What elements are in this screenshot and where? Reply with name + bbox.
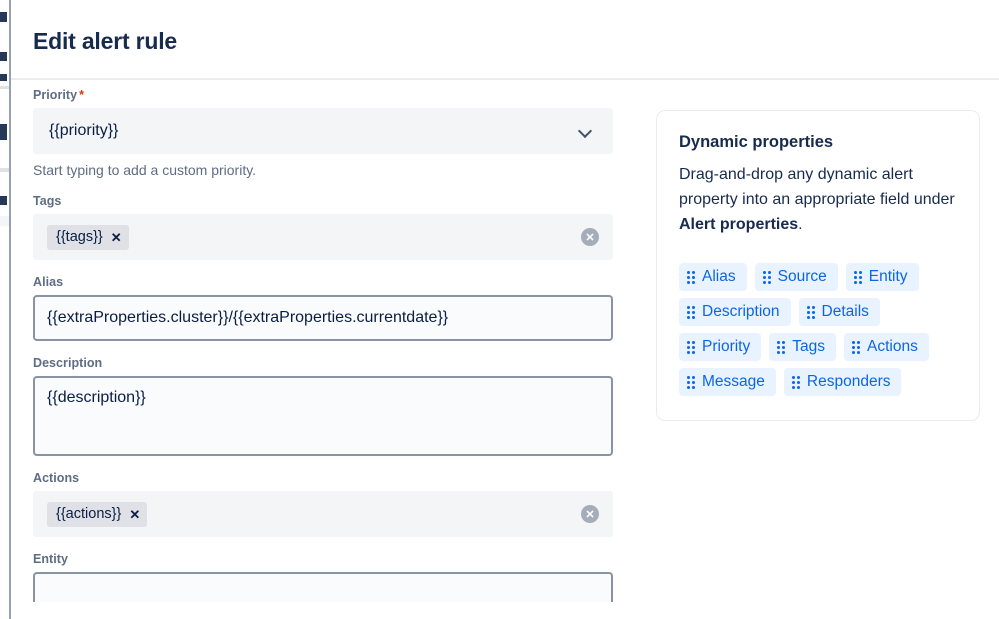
- dynamic-property-chip-label: Description: [702, 298, 780, 326]
- drag-handle-icon[interactable]: [687, 306, 695, 319]
- alias-input[interactable]: {{extraProperties.cluster}}/{{extraPrope…: [33, 295, 613, 341]
- field-priority: Priority* {{priority}} Start typing to a…: [33, 87, 635, 179]
- dynamic-property-chip-label: Responders: [807, 368, 891, 396]
- close-icon[interactable]: ✕: [129, 508, 140, 521]
- drag-handle-icon[interactable]: [687, 376, 695, 389]
- dynamic-property-chip-label: Source: [778, 263, 827, 291]
- drag-handle-icon[interactable]: [777, 341, 785, 354]
- dynamic-property-chip[interactable]: Message: [679, 368, 776, 396]
- drag-handle-icon[interactable]: [792, 376, 800, 389]
- description-text-part1: Drag-and-drop any dynamic alert property…: [679, 166, 955, 208]
- tags-input[interactable]: {{tags}} ✕: [33, 214, 613, 260]
- dynamic-property-chip-label: Actions: [867, 333, 918, 361]
- dynamic-property-chip[interactable]: Priority: [679, 333, 761, 361]
- drag-handle-icon[interactable]: [687, 341, 695, 354]
- field-entity: Entity: [33, 551, 635, 602]
- dynamic-property-chip-label: Priority: [702, 333, 750, 361]
- priority-label: Priority*: [33, 87, 635, 103]
- actions-token[interactable]: {{actions}} ✕: [47, 502, 147, 527]
- priority-label-text: Priority: [33, 88, 77, 102]
- chevron-down-icon: [579, 124, 593, 138]
- priority-select[interactable]: {{priority}}: [33, 108, 613, 154]
- dialog-header: Edit alert rule: [11, 0, 999, 78]
- dynamic-property-chip[interactable]: Actions: [844, 333, 929, 361]
- drag-handle-icon[interactable]: [854, 271, 862, 284]
- dynamic-property-chip-list: Alias Source Entity Description Details Prior…: [679, 263, 957, 396]
- required-marker: *: [79, 88, 84, 102]
- description-text-part2: .: [798, 216, 802, 233]
- dynamic-properties-card: Dynamic properties Drag-and-drop any dyn…: [656, 110, 980, 421]
- priority-helper-text: Start typing to add a custom priority.: [33, 161, 635, 179]
- page-title: Edit alert rule: [33, 26, 975, 56]
- alias-label: Alias: [33, 274, 635, 290]
- field-actions: Actions {{actions}} ✕: [33, 470, 635, 537]
- actions-input[interactable]: {{actions}} ✕: [33, 491, 613, 537]
- dynamic-property-chip[interactable]: Responders: [784, 368, 902, 396]
- field-tags: Tags {{tags}} ✕: [33, 193, 635, 260]
- edit-alert-rule-dialog: Edit alert rule Priority* {{priority}} S…: [11, 0, 999, 619]
- tags-token[interactable]: {{tags}} ✕: [47, 225, 129, 250]
- entity-label: Entity: [33, 551, 635, 567]
- dynamic-property-chip[interactable]: Description: [679, 298, 791, 326]
- drag-handle-icon[interactable]: [852, 341, 860, 354]
- description-label: Description: [33, 355, 635, 371]
- dynamic-property-chip[interactable]: Details: [799, 298, 880, 326]
- dynamic-property-chip-label: Tags: [792, 333, 825, 361]
- dynamic-property-chip-label: Entity: [869, 263, 908, 291]
- dynamic-property-chip-label: Message: [702, 368, 765, 396]
- dynamic-property-chip[interactable]: Tags: [769, 333, 836, 361]
- drag-handle-icon[interactable]: [687, 271, 695, 284]
- alert-properties-form: Priority* {{priority}} Start typing to a…: [11, 80, 635, 616]
- field-description: Description {{description}}: [33, 355, 635, 456]
- entity-input[interactable]: [33, 572, 613, 602]
- actions-label: Actions: [33, 470, 635, 486]
- dynamic-properties-description: Drag-and-drop any dynamic alert property…: [679, 162, 957, 237]
- tags-label: Tags: [33, 193, 635, 209]
- dynamic-property-chip-label: Alias: [702, 263, 736, 291]
- drag-handle-icon[interactable]: [763, 271, 771, 284]
- drag-handle-icon[interactable]: [807, 306, 815, 319]
- dialog-body: Priority* {{priority}} Start typing to a…: [11, 80, 999, 619]
- close-icon[interactable]: ✕: [111, 231, 122, 244]
- dynamic-property-chip[interactable]: Alias: [679, 263, 747, 291]
- dynamic-property-chip[interactable]: Entity: [846, 263, 919, 291]
- clear-circle-icon[interactable]: [581, 228, 599, 246]
- description-textarea[interactable]: {{description}}: [33, 376, 613, 456]
- priority-select-value: {{priority}}: [49, 121, 579, 141]
- dynamic-properties-title: Dynamic properties: [679, 131, 957, 153]
- field-alias: Alias {{extraProperties.cluster}}/{{extr…: [33, 274, 635, 341]
- dynamic-property-chip-label: Details: [822, 298, 869, 326]
- description-text-bold: Alert properties: [679, 216, 798, 233]
- clear-circle-icon[interactable]: [581, 505, 599, 523]
- actions-token-label: {{actions}}: [56, 502, 121, 527]
- dynamic-property-chip[interactable]: Source: [755, 263, 838, 291]
- tags-token-label: {{tags}}: [56, 225, 103, 250]
